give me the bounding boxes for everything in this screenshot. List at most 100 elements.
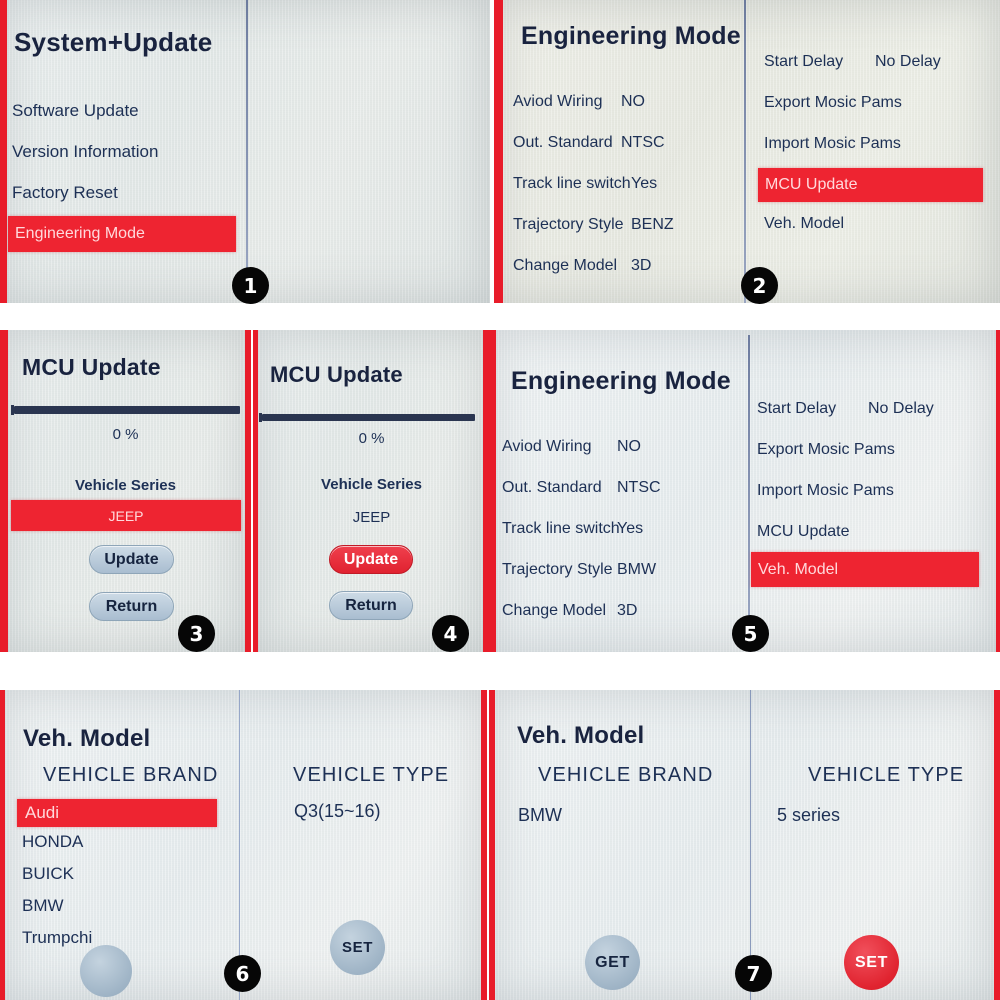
step-badge-3: 3: [178, 615, 215, 652]
panel-1-column-divider: [246, 0, 248, 303]
panel-6-left-bezel: [0, 690, 5, 1000]
brand-item-trumpchi[interactable]: Trumpchi: [22, 928, 92, 948]
panel-6-title: Veh. Model: [23, 725, 151, 752]
menu-item-version-information[interactable]: Version Information: [12, 142, 158, 162]
panel-2-left-bezel: [494, 0, 503, 303]
brand-item-audi-selected[interactable]: Audi: [17, 799, 217, 827]
progress-percent-label: 0 %: [112, 426, 139, 443]
brand-item-honda[interactable]: HONDA: [22, 832, 83, 852]
panel-1-left-bezel: [0, 0, 7, 303]
vehicle-series-value[interactable]: JEEP: [253, 509, 490, 526]
vehicle-type-header: VEHICLE TYPE: [808, 764, 965, 786]
setting-value-out-standard[interactable]: NTSC: [617, 479, 661, 497]
menu-item-engineering-mode-label: Engineering Mode: [15, 225, 145, 242]
step-badge-6: 6: [224, 955, 261, 992]
menu-item-export-mosic-pams[interactable]: Export Mosic Pams: [764, 94, 902, 112]
brand-item-audi-label: Audi: [25, 803, 60, 822]
vehicle-brand-header: VEHICLE BRAND: [43, 764, 219, 786]
setting-label-aviod-wiring: Aviod Wiring: [502, 438, 592, 455]
setting-value-change-model[interactable]: 3D: [631, 257, 651, 275]
get-button[interactable]: GET: [80, 945, 132, 997]
setting-value-track-line-switch[interactable]: Yes: [617, 520, 643, 538]
panel-7-column-divider: [750, 690, 751, 1000]
panel-5-column-divider: [748, 335, 750, 652]
panel-6-column-divider: [239, 690, 240, 1000]
panel-5-right-bezel: [996, 330, 1000, 652]
step-badge-4: 4: [432, 615, 469, 652]
setting-label-aviod-wiring: Aviod Wiring: [513, 93, 603, 110]
menu-item-veh-model-selected[interactable]: Veh. Model: [751, 552, 979, 587]
setting-label-out-standard: Out. Standard: [502, 479, 602, 496]
set-button[interactable]: SET: [330, 920, 385, 975]
menu-item-veh-model[interactable]: Veh. Model: [764, 215, 844, 233]
menu-item-start-delay[interactable]: Start Delay: [757, 400, 836, 418]
panel-5-title: Engineering Mode: [511, 367, 731, 395]
panel-1-system-update: System+Update Software Update Version In…: [0, 0, 490, 303]
panel-4-mcu-update-confirm: MCU Update 0 % Vehicle Series JEEP Updat…: [253, 330, 490, 652]
setting-value-change-model[interactable]: 3D: [617, 602, 637, 620]
menu-item-factory-reset[interactable]: Factory Reset: [12, 183, 118, 203]
update-button-highlighted[interactable]: Update: [329, 545, 413, 574]
progress-bar: [14, 406, 240, 414]
screenshot-collage: System+Update Software Update Version In…: [0, 0, 1000, 1000]
menu-item-veh-model-label: Veh. Model: [758, 560, 839, 578]
panel-6-right-bezel: [481, 690, 487, 1000]
menu-item-software-update[interactable]: Software Update: [12, 101, 139, 121]
vehicle-series-value: JEEP: [108, 507, 144, 524]
vehicle-series-label: Vehicle Series: [321, 476, 422, 493]
step-badge-7: 7: [735, 955, 772, 992]
return-button[interactable]: Return: [89, 592, 174, 621]
setting-label-out-standard: Out. Standard: [513, 134, 613, 151]
panel-4-title: MCU Update: [270, 362, 403, 387]
panel-1-title: System+Update: [14, 27, 213, 57]
vehicle-series-value-selected[interactable]: JEEP: [11, 500, 241, 531]
setting-label-trajectory-style: Trajectory Style: [513, 216, 624, 233]
progress-bar: [262, 414, 475, 421]
panel-7-right-bezel: [994, 690, 1000, 1000]
row-gap-2: [0, 652, 1000, 690]
menu-value-start-delay[interactable]: No Delay: [868, 400, 934, 418]
setting-label-track-line-switch: Track line switch: [502, 520, 620, 537]
setting-value-out-standard[interactable]: NTSC: [621, 134, 665, 152]
menu-value-start-delay[interactable]: No Delay: [875, 53, 941, 71]
set-button-highlighted[interactable]: SET: [844, 935, 899, 990]
vehicle-type-item[interactable]: 5 series: [777, 805, 840, 826]
menu-item-mcu-update[interactable]: MCU Update: [757, 523, 849, 541]
panel-2-column-divider: [744, 0, 746, 303]
panel-3-title: MCU Update: [22, 354, 161, 380]
row-gap-1: [0, 303, 1000, 330]
progress-percent-label: 0 %: [358, 430, 385, 447]
setting-value-aviod-wiring[interactable]: NO: [617, 438, 641, 456]
get-button[interactable]: GET: [585, 935, 640, 990]
return-button[interactable]: Return: [329, 591, 413, 620]
menu-item-export-mosic-pams[interactable]: Export Mosic Pams: [757, 441, 895, 459]
menu-item-start-delay[interactable]: Start Delay: [764, 53, 843, 71]
brand-item-bmw[interactable]: BMW: [22, 896, 64, 916]
setting-label-track-line-switch: Track line switch: [513, 175, 631, 192]
setting-value-track-line-switch[interactable]: Yes: [631, 175, 657, 193]
update-button[interactable]: Update: [89, 545, 174, 574]
setting-value-trajectory-style[interactable]: BMW: [617, 561, 656, 579]
setting-label-change-model: Change Model: [502, 602, 607, 619]
step-badge-2: 2: [741, 267, 778, 304]
menu-item-engineering-mode-selected[interactable]: Engineering Mode: [8, 216, 236, 252]
menu-item-mcu-update-selected[interactable]: MCU Update: [758, 168, 983, 202]
panel-5-engineering-mode-veh-model: Engineering Mode Aviod Wiring NO Out. St…: [489, 330, 1000, 652]
panel-2-title: Engineering Mode: [521, 22, 741, 50]
setting-value-aviod-wiring[interactable]: NO: [621, 93, 645, 111]
setting-label-change-model: Change Model: [513, 257, 618, 274]
menu-item-import-mosic-pams[interactable]: Import Mosic Pams: [757, 482, 894, 500]
brand-item-buick[interactable]: BUICK: [22, 864, 74, 884]
setting-label-trajectory-style: Trajectory Style: [502, 561, 613, 578]
step-badge-1: 1: [232, 267, 269, 304]
setting-value-trajectory-style[interactable]: BENZ: [631, 216, 674, 234]
panel-6-veh-model-brand-list: Veh. Model VEHICLE BRAND VEHICLE TYPE Au…: [0, 690, 487, 1000]
vehicle-type-header: VEHICLE TYPE: [293, 764, 450, 786]
panel-2-engineering-mode: Engineering Mode Aviod Wiring NO Out. St…: [494, 0, 1000, 303]
menu-item-mcu-update-label: MCU Update: [765, 176, 858, 193]
vehicle-series-label: Vehicle Series: [75, 477, 176, 494]
menu-item-import-mosic-pams[interactable]: Import Mosic Pams: [764, 135, 901, 153]
vehicle-type-item[interactable]: Q3(15~16): [294, 801, 381, 822]
panel-3-mcu-update: MCU Update 0 % Vehicle Series JEEP Updat…: [0, 330, 251, 652]
brand-item-bmw[interactable]: BMW: [518, 805, 562, 826]
